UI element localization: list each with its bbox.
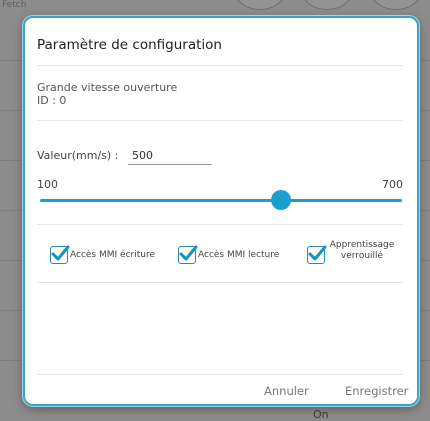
divider — [37, 224, 403, 225]
slider-thumb[interactable] — [271, 190, 292, 210]
checkmark-icon — [51, 245, 70, 261]
background-label: Fetch — [2, 0, 27, 10]
value-label: Valeur(mm/s) : — [37, 149, 119, 162]
divider — [37, 282, 403, 283]
background-header — [0, 0, 430, 14]
divider — [37, 120, 403, 121]
cancel-button[interactable]: Annuler — [264, 384, 309, 398]
save-button[interactable]: Enregistrer — [345, 384, 408, 398]
checkbox-box[interactable] — [178, 245, 198, 264]
checkbox-learning-locked[interactable]: Apprentissage verrouillé — [307, 238, 397, 264]
configuration-dialog: Paramètre de configuration Grande vitess… — [23, 16, 419, 406]
parameter-id: ID : 0 — [37, 94, 67, 107]
checkbox-label: Accès MMI lecture — [198, 250, 280, 260]
value-input[interactable]: 500 — [128, 147, 212, 165]
slider-track[interactable] — [40, 199, 402, 202]
checkmark-icon — [179, 245, 198, 261]
checkbox-box[interactable] — [307, 245, 327, 264]
dialog-title: Paramètre de configuration — [37, 37, 222, 53]
checkmark-icon — [308, 245, 327, 261]
checkbox-box[interactable] — [50, 245, 70, 264]
background-status-text: On — [313, 408, 329, 421]
checkbox-label: Accès MMI écriture — [70, 250, 155, 260]
checkbox-mmi-read[interactable]: Accès MMI lecture — [178, 245, 280, 264]
value-slider[interactable] — [40, 190, 402, 212]
divider — [37, 65, 403, 66]
divider — [37, 374, 403, 375]
checkbox-mmi-write[interactable]: Accès MMI écriture — [50, 245, 155, 264]
checkbox-label: Apprentissage verrouillé — [329, 240, 395, 261]
parameter-name: Grande vitesse ouverture — [37, 81, 178, 94]
